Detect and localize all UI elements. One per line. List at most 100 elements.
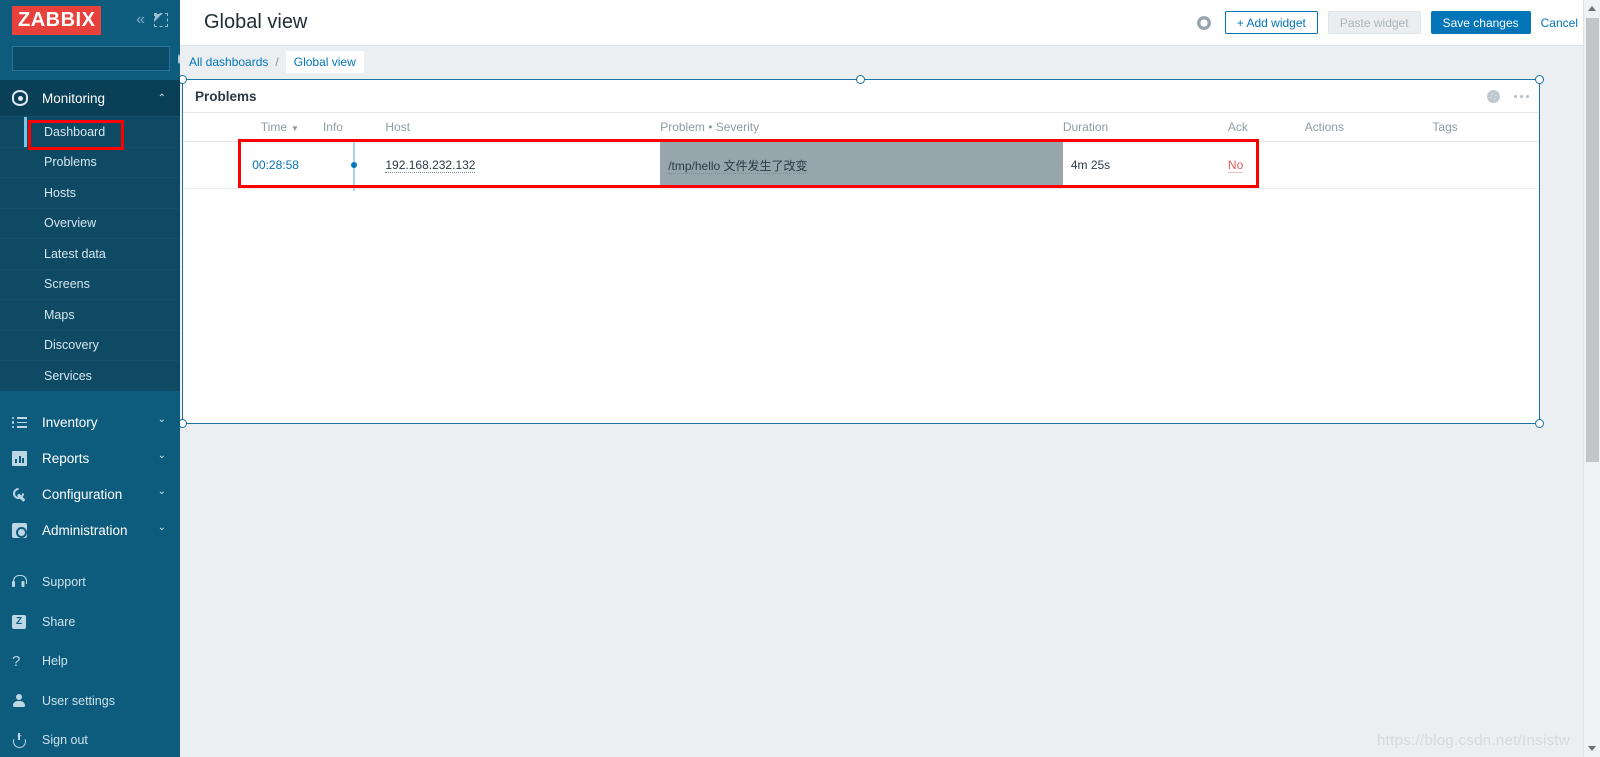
search-box[interactable] — [12, 46, 180, 71]
chevron-down-icon[interactable] — [158, 525, 166, 536]
sidebar-header-icons: « — [136, 12, 170, 28]
scroll-up-arrow[interactable] — [1584, 0, 1600, 17]
sidebar-item-label: Screens — [44, 277, 90, 292]
page-scrollbar[interactable] — [1583, 0, 1600, 757]
sidebar-item-support[interactable]: Support — [0, 563, 180, 603]
sidebar-section-monitoring[interactable]: Monitoring — [0, 80, 180, 116]
sidebar-item-screens[interactable]: Screens — [0, 268, 180, 299]
chevrons-left-icon[interactable]: « — [136, 12, 145, 28]
search-input[interactable] — [19, 51, 174, 66]
sidebar-section-inventory[interactable]: Inventory — [0, 405, 180, 441]
compact-view-icon[interactable] — [154, 13, 168, 27]
gear-icon[interactable] — [1487, 90, 1500, 103]
sidebar-item-dashboard[interactable]: Dashboard — [0, 116, 180, 147]
gear-icon[interactable] — [1197, 16, 1211, 30]
cancel-button[interactable]: Cancel — [1541, 16, 1578, 30]
problems-widget: Problems Time ▼ Info Host Problem • Seve… — [182, 79, 1540, 424]
cell-info — [312, 141, 386, 191]
sidebar-section-administration[interactable]: Administration — [0, 513, 180, 549]
widget-title: Problems — [195, 88, 257, 104]
sidebar-section-label: Reports — [42, 451, 90, 466]
save-changes-button[interactable]: Save changes — [1430, 11, 1531, 34]
sidebar-item-label: Services — [44, 368, 92, 383]
sidebar-item-help[interactable]: ? Help — [0, 642, 180, 682]
resize-handle-middle-left[interactable] — [180, 419, 187, 428]
sidebar-item-label: Hosts — [44, 185, 76, 200]
problems-table-body: 00:28:58 192.168.232.132 /tmp/hello 文件发生… — [183, 141, 1539, 191]
column-header-info[interactable]: Info — [312, 112, 386, 142]
sidebar-search — [0, 40, 180, 80]
list-icon — [12, 416, 36, 429]
resize-handle-top-right[interactable] — [1535, 75, 1544, 84]
scroll-down-arrow[interactable] — [1584, 740, 1600, 757]
resize-handle-middle-right[interactable] — [1535, 419, 1544, 428]
gear-square-icon — [12, 523, 36, 538]
sidebar-item-label: Discovery — [44, 338, 99, 353]
headset-icon — [12, 575, 36, 589]
sidebar-item-discovery[interactable]: Discovery — [0, 329, 180, 360]
column-header-host[interactable]: Host — [385, 112, 661, 142]
widget-header-icons — [1487, 90, 1529, 103]
widget-header: Problems — [183, 80, 1539, 112]
column-header-problem-severity[interactable]: Problem • Severity — [660, 112, 1063, 142]
chevron-up-icon[interactable] — [158, 93, 166, 104]
breadcrumb-current[interactable]: Global view — [285, 51, 364, 73]
cell-tags — [1432, 141, 1539, 189]
sidebar-item-sign-out[interactable]: Sign out — [0, 721, 180, 757]
host-link[interactable]: 192.168.232.132 — [385, 158, 476, 173]
sidebar-submenu-monitoring: Dashboard Problems Hosts Overview Latest… — [0, 116, 180, 391]
column-header-actions[interactable]: Actions — [1304, 112, 1433, 142]
sort-desc-icon[interactable]: ▼ — [291, 124, 299, 133]
sidebar-item-latest-data[interactable]: Latest data — [0, 238, 180, 269]
sidebar-item-user-settings[interactable]: User settings — [0, 681, 180, 721]
sidebar-section-label: Inventory — [42, 415, 98, 430]
zabbix-share-icon: Z — [12, 614, 36, 629]
cell-problem-severity: /tmp/hello 文件发生了改变 — [660, 141, 1063, 189]
info-indicator — [323, 142, 385, 191]
dashboard-actions: + Add widget Paste widget Save changes C… — [1197, 11, 1578, 34]
sidebar-section-reports[interactable]: Reports — [0, 441, 180, 477]
problem-time-link[interactable]: 00:28:58 — [252, 158, 299, 172]
sidebar-item-label: Share — [42, 614, 76, 629]
sidebar-section-configuration[interactable]: Configuration — [0, 477, 180, 513]
zabbix-logo[interactable]: ZABBIX — [12, 5, 102, 35]
column-header-ack[interactable]: Ack — [1227, 112, 1305, 142]
cell-ack: No — [1227, 141, 1305, 189]
sidebar-item-hosts[interactable]: Hosts — [0, 177, 180, 208]
bar-chart-icon — [12, 451, 36, 466]
column-header-time[interactable]: Time ▼ — [183, 112, 313, 142]
table-row[interactable]: 00:28:58 192.168.232.132 /tmp/hello 文件发生… — [183, 141, 1539, 191]
sidebar-item-label: User settings — [42, 693, 115, 708]
sidebar-header: ZABBIX « — [0, 0, 180, 40]
sidebar-item-label: Help — [42, 654, 68, 669]
sidebar-item-share[interactable]: Z Share — [0, 602, 180, 642]
breadcrumb-all-dashboards[interactable]: All dashboards — [189, 55, 268, 69]
add-widget-button[interactable]: + Add widget — [1224, 11, 1318, 34]
problem-link[interactable]: /tmp/hello 文件发生了改变 — [668, 158, 808, 174]
sidebar-item-label: Sign out — [42, 733, 88, 748]
sidebar-item-overview[interactable]: Overview — [0, 207, 180, 238]
main-area: Global view + Add widget Paste widget Sa… — [180, 0, 1600, 757]
chevron-down-icon[interactable] — [158, 417, 166, 428]
chevron-down-icon[interactable] — [158, 489, 166, 500]
info-dot-icon[interactable] — [351, 162, 358, 168]
chevron-down-icon[interactable] — [158, 453, 166, 464]
paste-widget-button: Paste widget — [1327, 11, 1421, 34]
sidebar-item-problems[interactable]: Problems — [0, 146, 180, 177]
page-title: Global view — [204, 11, 308, 33]
resize-handle-top-center[interactable] — [856, 75, 865, 84]
column-header-duration[interactable]: Duration — [1062, 112, 1228, 142]
eye-icon — [12, 90, 36, 106]
sidebar-item-label: Support — [42, 575, 86, 590]
column-header-tags[interactable]: Tags — [1432, 112, 1539, 142]
cell-actions — [1304, 141, 1433, 189]
sidebar-item-maps[interactable]: Maps — [0, 299, 180, 330]
ack-link[interactable]: No — [1227, 158, 1244, 173]
ellipsis-icon[interactable] — [1514, 94, 1529, 98]
sidebar-item-label: Latest data — [44, 246, 106, 261]
sidebar-section-label: Administration — [42, 523, 128, 538]
problems-table-head: Time ▼ Info Host Problem • Severity Durat… — [183, 112, 1539, 142]
scrollbar-thumb[interactable] — [1586, 18, 1599, 462]
sidebar-item-services[interactable]: Services — [0, 360, 180, 391]
question-mark-icon: ? — [12, 652, 21, 670]
